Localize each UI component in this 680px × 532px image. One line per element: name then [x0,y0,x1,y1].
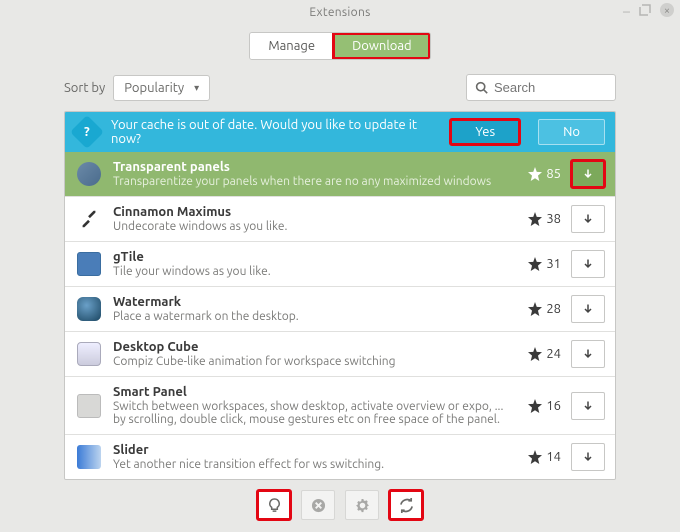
extension-name: Transparent panels [113,160,505,174]
search-icon [475,81,488,94]
rating: 28 [515,302,561,316]
extension-name: Smart Panel [113,385,505,399]
banner-no-button[interactable]: No [538,119,605,145]
search-field[interactable] [466,74,616,101]
extension-icon [75,443,103,471]
extension-desc: Transparentize your panels when there ar… [113,175,505,188]
star-icon [528,399,542,413]
star-icon [528,347,542,361]
extension-desc: Place a watermark on the desktop. [113,310,505,323]
extension-icon [75,160,103,188]
about-button[interactable] [257,490,291,520]
rating: 16 [515,399,561,413]
maximize-icon[interactable] [638,3,652,20]
extension-desc: Switch between workspaces, show desktop,… [113,400,505,426]
minimize-icon[interactable]: – [623,3,630,20]
extension-name: gTile [113,250,505,264]
extension-desc: Tile your windows as you like. [113,265,505,278]
rating: 14 [515,450,561,464]
extension-icon [75,250,103,278]
list-item[interactable]: Transparent panels Transparentize your p… [65,152,615,196]
extension-icon [75,205,103,233]
list-item[interactable]: Cinnamon Maximus Undecorate windows as y… [65,196,615,241]
download-button[interactable] [571,250,605,278]
download-button[interactable] [571,205,605,233]
help-icon: ? [70,115,104,149]
lightbulb-icon [267,498,282,513]
rating: 38 [515,212,561,226]
sort-value: Popularity [124,81,184,95]
list-item[interactable]: Watermark Place a watermark on the deskt… [65,286,615,331]
star-icon [528,450,542,464]
download-button[interactable] [571,443,605,471]
extension-name: Desktop Cube [113,340,505,354]
extension-name: Cinnamon Maximus [113,205,505,219]
cache-banner: ? Your cache is out of date. Would you l… [65,112,615,152]
rating: 24 [515,347,561,361]
sort-dropdown[interactable]: Popularity ▾ [113,75,210,101]
sort-control: Sort by Popularity ▾ [64,75,210,101]
download-button[interactable] [571,392,605,420]
banner-text: Your cache is out of date. Would you lik… [111,118,438,146]
extension-icon [75,295,103,323]
refresh-icon [399,498,414,513]
search-input[interactable] [494,80,607,95]
star-icon [528,257,542,271]
list-item[interactable]: Desktop Cube Compiz Cube-like animation … [65,331,615,376]
tab-bar: Manage Download [0,24,680,74]
close-icon[interactable]: × [660,3,674,17]
list-item[interactable]: Smart Panel Switch between workspaces, s… [65,376,615,434]
remove-button [301,490,335,520]
download-button[interactable] [571,295,605,323]
extension-desc: Undecorate windows as you like. [113,220,505,233]
extension-name: Watermark [113,295,505,309]
settings-button [345,490,379,520]
remove-icon [311,498,326,513]
tab-manage[interactable]: Manage [250,33,333,59]
tab-download[interactable]: Download [333,33,430,59]
rating: 85 [515,167,561,181]
gear-icon [355,498,370,513]
refresh-button[interactable] [389,490,423,520]
star-icon [528,212,542,226]
extension-desc: Yet another nice transition effect for w… [113,458,505,471]
list-item[interactable]: gTile Tile your windows as you like. 31 [65,241,615,286]
toolbar: Sort by Popularity ▾ [64,74,616,101]
chevron-down-icon: ▾ [194,82,199,94]
download-button[interactable] [571,160,605,188]
bottom-toolbar [64,480,616,524]
window-title: Extensions [309,6,370,19]
list-item[interactable]: Slider Yet another nice transition effec… [65,434,615,479]
star-icon [528,302,542,316]
star-icon [528,167,542,181]
extension-name: Slider [113,443,505,457]
extension-icon [75,340,103,368]
rating: 31 [515,257,561,271]
sort-label: Sort by [64,81,105,95]
banner-yes-button[interactable]: Yes [450,119,520,145]
title-bar: Extensions – × [0,0,680,24]
extension-icon [75,392,103,420]
extension-desc: Compiz Cube-like animation for workspace… [113,355,505,368]
extension-panel: ? Your cache is out of date. Would you l… [64,111,616,480]
download-button[interactable] [571,340,605,368]
